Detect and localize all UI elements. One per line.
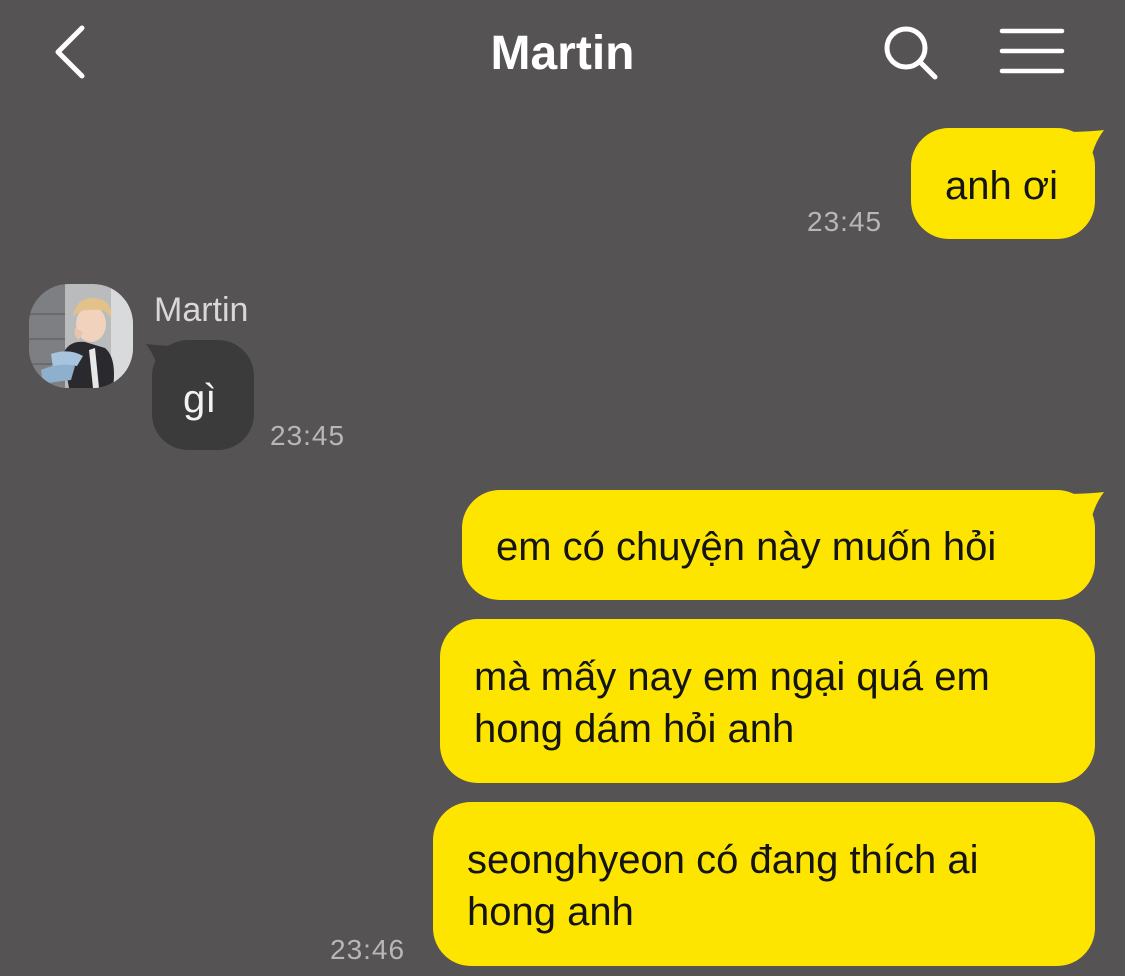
hamburger-menu-icon (999, 28, 1065, 74)
message-text: gì (183, 377, 217, 421)
message-text-line: mà mấy nay em ngại quá em (474, 655, 990, 699)
message-bubble[interactable]: em có chuyện này muốn hỏi (462, 490, 1095, 600)
chat-title: Martin (490, 27, 635, 80)
message-text-line: seonghyeon có đang thích ai (467, 838, 979, 882)
message-time: 23:46 (330, 934, 406, 965)
avatar-photo (29, 284, 133, 388)
search-button[interactable] (872, 14, 948, 90)
message-time: 23:45 (270, 420, 346, 451)
message-bubble[interactable]: seonghyeon có đang thích ai hong anh (433, 802, 1095, 966)
message-text-line: hong anh (467, 890, 634, 934)
message-bubble[interactable]: mà mấy nay em ngại quá em hong dám hỏi a… (440, 619, 1095, 783)
message-bubble[interactable]: gì (152, 340, 254, 450)
sender-name: Martin (154, 291, 249, 329)
message-text: anh ơi (945, 164, 1058, 208)
message-text-line: hong dám hỏi anh (474, 707, 795, 751)
message-bubble[interactable]: anh ơi (911, 128, 1095, 239)
search-icon (884, 26, 938, 80)
message-time: 23:45 (807, 206, 883, 237)
avatar[interactable] (29, 284, 133, 388)
menu-button[interactable] (990, 14, 1074, 90)
message-text: em có chuyện này muốn hỏi (496, 525, 997, 569)
